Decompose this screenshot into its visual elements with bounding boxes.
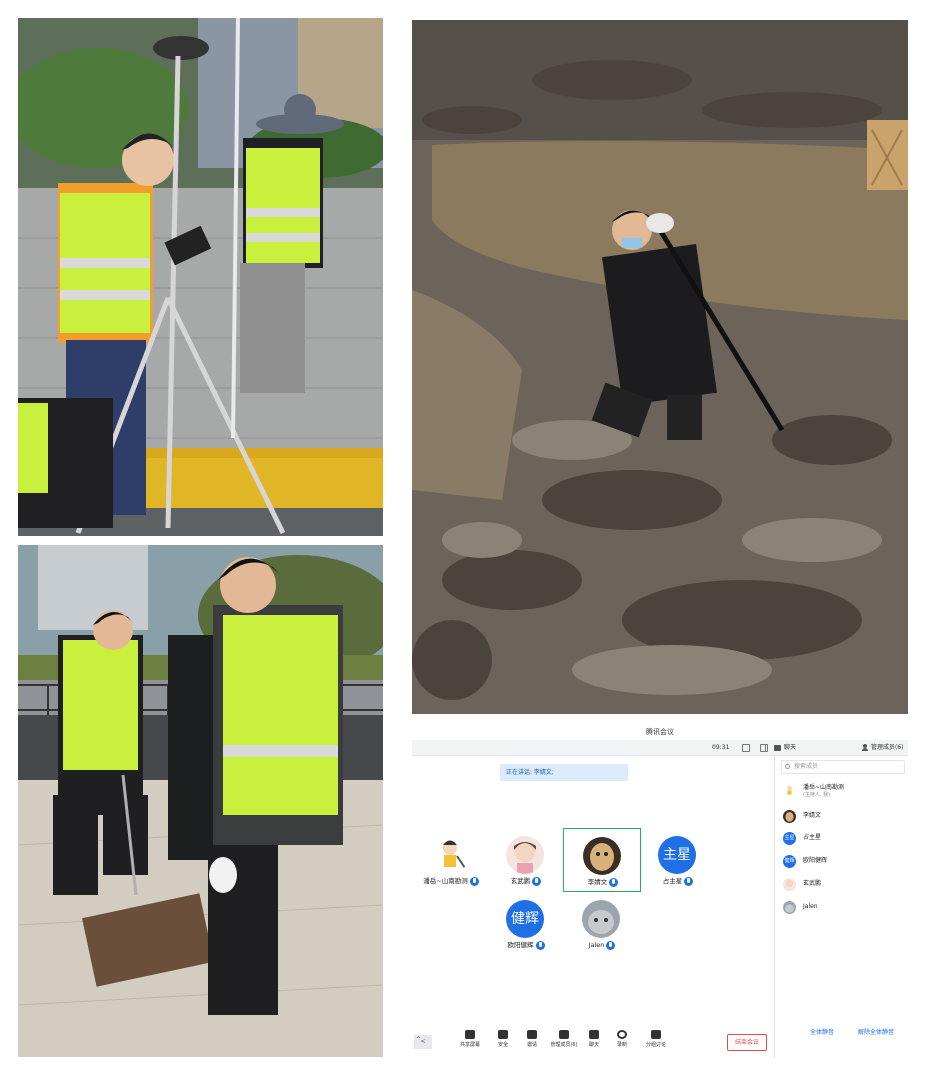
chat-icon [774,745,781,751]
fullscreen-icon[interactable] [742,744,750,752]
avatar [783,810,796,823]
participant-tile[interactable]: 健辉 欧阳健辉 [487,892,565,956]
breakout-button[interactable]: 分组讨论 [642,1030,670,1048]
meeting-topbar: 09:31 聊天 管理成员(6) [412,740,908,756]
record-icon [617,1030,627,1039]
security-button[interactable]: 安全 [489,1030,517,1048]
breakout-icon [651,1030,661,1039]
participant-tile[interactable]: 潘岳~山南勘测 [412,828,490,892]
avatar [431,836,469,874]
mic-icon [606,940,616,950]
avatar [506,836,544,874]
toolbar-expand-icon[interactable]: ^ [416,1036,421,1043]
avatar [583,837,621,875]
member-name: 欧阳健辉 [803,857,828,864]
participant-name: 李婧文 [587,878,608,886]
participant-tile[interactable]: Jalen [563,892,641,956]
avatar: 健辉 [506,900,544,938]
photo-gps-survey [18,18,383,536]
member-name: Jalen [803,903,818,910]
avatar [582,900,620,938]
member-icon [862,744,868,751]
members-icon [559,1030,569,1039]
participant-name: Jalen [588,941,605,949]
layout-icon[interactable] [760,744,768,752]
participant-tile-active[interactable]: 李婧文 [563,828,641,892]
member-list-item[interactable]: Jalen [783,899,905,917]
member-search-input[interactable]: 搜索成员 [781,760,905,774]
member-name: 李婧文 [803,812,822,819]
tab-manage-members[interactable]: 管理成员(6) [862,740,908,756]
member-panel: 搜索成员 潘岳~山南勘测 (主持人, 我) 李婧文 主星 占主星 健辉 欧阳健辉 [774,756,908,1058]
chat-icon [589,1030,599,1039]
photo-manhole-survey [18,545,383,1057]
share-screen-button[interactable]: 共享屏幕 [456,1030,484,1048]
member-name: 潘岳~山南勘测 [803,784,845,791]
invite-button[interactable]: 邀请 [518,1030,546,1048]
unmute-all-button[interactable]: 解除全体静音 [848,1026,904,1040]
tab-chat-label: 聊天 [784,744,797,751]
avatar [783,784,796,797]
avatar: 主星 [783,832,796,845]
participant-tile[interactable]: 主星 占主星 [639,828,717,892]
search-icon [785,764,790,769]
avatar [783,878,796,891]
mute-all-button[interactable]: 全体静音 [802,1026,842,1040]
mic-icon [532,876,542,886]
member-list-item[interactable]: 玄武鹏 [783,876,905,894]
manage-members-button[interactable]: 管理成员(6) [548,1030,580,1048]
mic-icon [535,940,545,950]
shield-icon [498,1030,508,1039]
meeting-clock: 09:31 [712,744,730,751]
window-title: 腾讯会议 [646,728,674,736]
meeting-window: 腾讯会议 09:31 聊天 管理成员(6) 正在讲话: 李婧文; 潘岳~山南勘测 [412,724,908,1058]
chat-button[interactable]: 聊天 [580,1030,608,1048]
participant-name: 占主星 [662,877,683,885]
member-name: 占主星 [803,834,822,841]
invite-icon [527,1030,537,1039]
tab-chat[interactable]: 聊天 [774,740,862,756]
mic-icon [609,877,619,887]
speaking-indicator: 正在讲话: 李婧文; [500,764,628,781]
avatar: 健辉 [783,855,796,868]
participant-name: 欧阳健辉 [507,941,534,949]
mic-icon [469,876,479,886]
participant-name: 潘岳~山南勘测 [423,877,468,885]
screen-share-icon [465,1030,475,1039]
video-stage: 潘岳~山南勘测 玄武鹏 李婧文 主星 占主星 健辉 欧阳健辉 Jalen < [412,784,774,1049]
tab-members-label: 管理成员(6) [871,744,904,751]
record-button[interactable]: 录制 [608,1030,636,1048]
meeting-toolbar: ^ 共享屏幕 安全 邀请 管理成员(6) 聊天 录制 分组讨论 结束会议 [412,1026,774,1058]
participant-name: 玄武鹏 [510,877,531,885]
avatar: 主星 [658,836,696,874]
avatar [783,901,796,914]
mic-icon [684,876,694,886]
member-list-item[interactable]: 主星 占主星 [783,830,905,848]
member-name: 玄武鹏 [803,880,822,887]
collage: 腾讯会议 09:31 聊天 管理成员(6) 正在讲话: 李婧文; 潘岳~山南勘测 [0,0,928,1076]
member-list-item[interactable]: 健辉 欧阳健辉 [783,853,905,871]
end-meeting-button[interactable]: 结束会议 [727,1034,767,1051]
member-search-placeholder: 搜索成员 [794,763,819,770]
member-role: (主持人, 我) [803,792,831,798]
member-list-item[interactable]: 潘岳~山南勘测 (主持人, 我) [783,782,905,800]
member-list-item[interactable]: 李婧文 [783,808,905,826]
participant-tile[interactable]: 玄武鹏 [487,828,565,892]
photo-mud-survey [412,20,908,714]
